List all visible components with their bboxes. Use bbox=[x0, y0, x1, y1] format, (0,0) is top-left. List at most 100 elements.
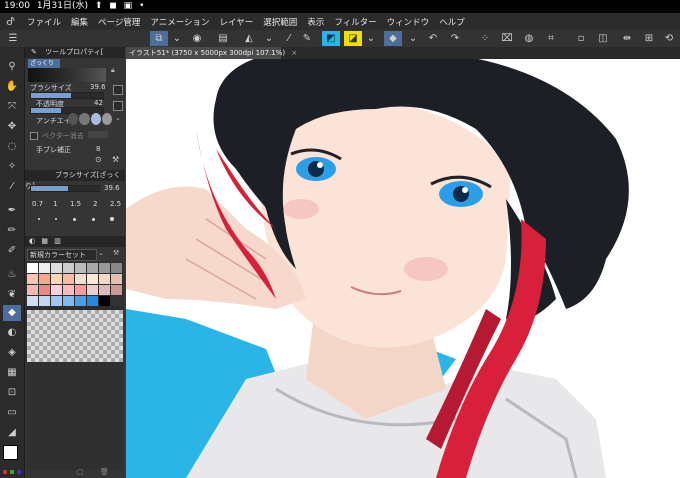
vector-erase-options[interactable] bbox=[88, 131, 108, 138]
antialias-medium-option[interactable] bbox=[90, 113, 101, 125]
wrench-icon[interactable]: ⚒ bbox=[112, 155, 119, 164]
hamburger-menu-icon[interactable]: ☰ bbox=[4, 31, 22, 46]
menu-edit[interactable]: 編集 bbox=[66, 16, 93, 28]
antialias-strong-option[interactable] bbox=[101, 113, 112, 125]
layer-settings-icon[interactable]: ⊞ bbox=[640, 31, 658, 46]
color-wheel-icon[interactable]: ◐ bbox=[29, 237, 35, 245]
color-swatch[interactable] bbox=[99, 274, 110, 284]
wrench-icon[interactable]: ⚒ bbox=[113, 249, 119, 257]
brush-icon[interactable]: ✐ bbox=[3, 243, 21, 259]
delete-swatch-icon[interactable]: 🗑︎ bbox=[100, 468, 109, 476]
drawing-canvas[interactable] bbox=[126, 59, 680, 478]
antialias-weak-option[interactable] bbox=[79, 113, 90, 125]
airbrush-icon[interactable]: ♨ bbox=[3, 267, 21, 283]
preset-size-0[interactable]: 0.7 bbox=[32, 200, 43, 208]
color-swatch[interactable] bbox=[87, 285, 98, 295]
flip-icon[interactable]: ⇹ bbox=[618, 31, 636, 46]
menu-animation[interactable]: アニメーション bbox=[145, 16, 214, 28]
color-swatch[interactable] bbox=[75, 285, 86, 295]
image-icon[interactable]: ▤ bbox=[214, 31, 232, 46]
transform-icon[interactable]: ⧉ bbox=[150, 31, 168, 46]
color-swatch[interactable] bbox=[51, 274, 62, 284]
canvas-tab[interactable]: イラスト51* (3750 x 5000px 300dpi 107.1%) × bbox=[126, 47, 297, 59]
opacity-toggle[interactable] bbox=[113, 101, 123, 111]
select-dots-icon[interactable]: ⁘ bbox=[476, 31, 494, 46]
deselect-icon[interactable]: ▫ bbox=[572, 31, 590, 46]
eraser-tool-icon[interactable]: ◆ bbox=[384, 31, 402, 46]
eyedropper-icon[interactable]: ⁄ bbox=[3, 179, 21, 195]
rotate-icon[interactable]: ⟲ bbox=[660, 31, 678, 46]
undo-icon[interactable]: ↶ bbox=[424, 31, 442, 46]
color-swatch[interactable] bbox=[27, 263, 38, 273]
layer-color-icon[interactable]: ◩ bbox=[322, 31, 340, 46]
eyedropper-icon[interactable]: ⁄ bbox=[280, 31, 298, 46]
color-swatch[interactable] bbox=[111, 274, 122, 284]
brush-size-slider[interactable] bbox=[30, 92, 104, 99]
decoration-icon[interactable]: ❦ bbox=[3, 287, 21, 303]
preset-size-1[interactable]: 1 bbox=[53, 200, 57, 208]
menu-layer[interactable]: レイヤー bbox=[215, 16, 259, 28]
app-logo-icon[interactable]: ᕷ bbox=[0, 15, 22, 28]
operation-icon[interactable]: ⤧ bbox=[3, 99, 21, 115]
color-swatch[interactable] bbox=[99, 285, 110, 295]
pencil-icon[interactable]: ✏ bbox=[3, 223, 21, 239]
color-swatch[interactable] bbox=[51, 285, 62, 295]
chevron-down-icon[interactable]: ⌄ bbox=[260, 31, 278, 46]
menu-page[interactable]: ページ管理 bbox=[93, 16, 145, 28]
color-swatch[interactable] bbox=[63, 296, 74, 306]
color-swatch[interactable] bbox=[63, 274, 74, 284]
color-swatch[interactable] bbox=[87, 296, 98, 306]
lasso-icon[interactable]: ◌ bbox=[3, 139, 21, 155]
color-swatch[interactable] bbox=[87, 274, 98, 284]
color-swatch[interactable] bbox=[27, 274, 38, 284]
pen-icon[interactable]: ✒ bbox=[3, 203, 21, 219]
antialias-none-option[interactable] bbox=[68, 113, 79, 125]
color-swatch[interactable] bbox=[39, 274, 50, 284]
color-swatch[interactable] bbox=[51, 263, 62, 273]
color-swatch[interactable] bbox=[27, 296, 38, 306]
color-swatch[interactable] bbox=[111, 263, 122, 273]
hand-icon[interactable]: ✋ bbox=[3, 79, 21, 95]
gradient-icon[interactable]: ▦ bbox=[3, 365, 21, 381]
vector-erase-checkbox[interactable] bbox=[30, 132, 38, 140]
menu-filter[interactable]: フィルター bbox=[329, 16, 381, 28]
preset-size-4[interactable]: 2.5 bbox=[110, 200, 121, 208]
chevron-down-icon[interactable]: ⌄ bbox=[404, 31, 422, 46]
color-swatch[interactable] bbox=[111, 285, 122, 295]
settings-icon[interactable]: ⊙ bbox=[95, 155, 102, 164]
pen-icon[interactable]: ✎ bbox=[298, 31, 316, 46]
color-swatch[interactable] bbox=[99, 296, 110, 306]
clear-icon[interactable]: ⌧ bbox=[498, 31, 516, 46]
color-swatch[interactable] bbox=[75, 274, 86, 284]
chevron-down-icon[interactable]: ⌄ bbox=[115, 114, 121, 122]
fill-icon[interactable]: ◍ bbox=[520, 31, 538, 46]
color-set-select[interactable]: 新規カラーセット bbox=[27, 249, 97, 261]
chevron-down-icon[interactable]: ⌄ bbox=[98, 249, 104, 257]
color-set-icon[interactable]: ▦ bbox=[41, 237, 48, 245]
color-swatch[interactable] bbox=[63, 263, 74, 273]
menu-view[interactable]: 表示 bbox=[302, 16, 329, 28]
eraser-icon[interactable]: ◆ bbox=[3, 305, 21, 321]
color-swatch[interactable] bbox=[51, 296, 62, 306]
redo-icon[interactable]: ↷ bbox=[446, 31, 464, 46]
chevron-down-icon[interactable]: ⌄ bbox=[362, 31, 380, 46]
menu-file[interactable]: ファイル bbox=[22, 16, 66, 28]
color-swatch[interactable] bbox=[63, 285, 74, 295]
color-swatch[interactable] bbox=[87, 263, 98, 273]
color-swatch[interactable] bbox=[39, 285, 50, 295]
menu-window[interactable]: ウィンドウ bbox=[382, 16, 435, 28]
text-icon[interactable]: ◢ bbox=[3, 425, 21, 441]
preset-size-2[interactable]: 1.5 bbox=[70, 200, 81, 208]
brush-size-panel-slider[interactable] bbox=[30, 185, 100, 192]
preset-size-3[interactable]: 2 bbox=[93, 200, 97, 208]
brush-size-toggle[interactable] bbox=[113, 85, 123, 95]
color-swatch[interactable] bbox=[99, 263, 110, 273]
color-swatch[interactable] bbox=[39, 296, 50, 306]
invert-icon[interactable]: ◫ bbox=[594, 31, 612, 46]
color-slider-icon[interactable]: ▥ bbox=[54, 237, 61, 245]
menu-help[interactable]: ヘルプ bbox=[434, 16, 470, 28]
color-swatch[interactable] bbox=[39, 263, 50, 273]
color-swatch[interactable] bbox=[27, 285, 38, 295]
fill-bucket-icon[interactable]: ◭ bbox=[240, 31, 258, 46]
color-swatch[interactable] bbox=[111, 296, 122, 306]
